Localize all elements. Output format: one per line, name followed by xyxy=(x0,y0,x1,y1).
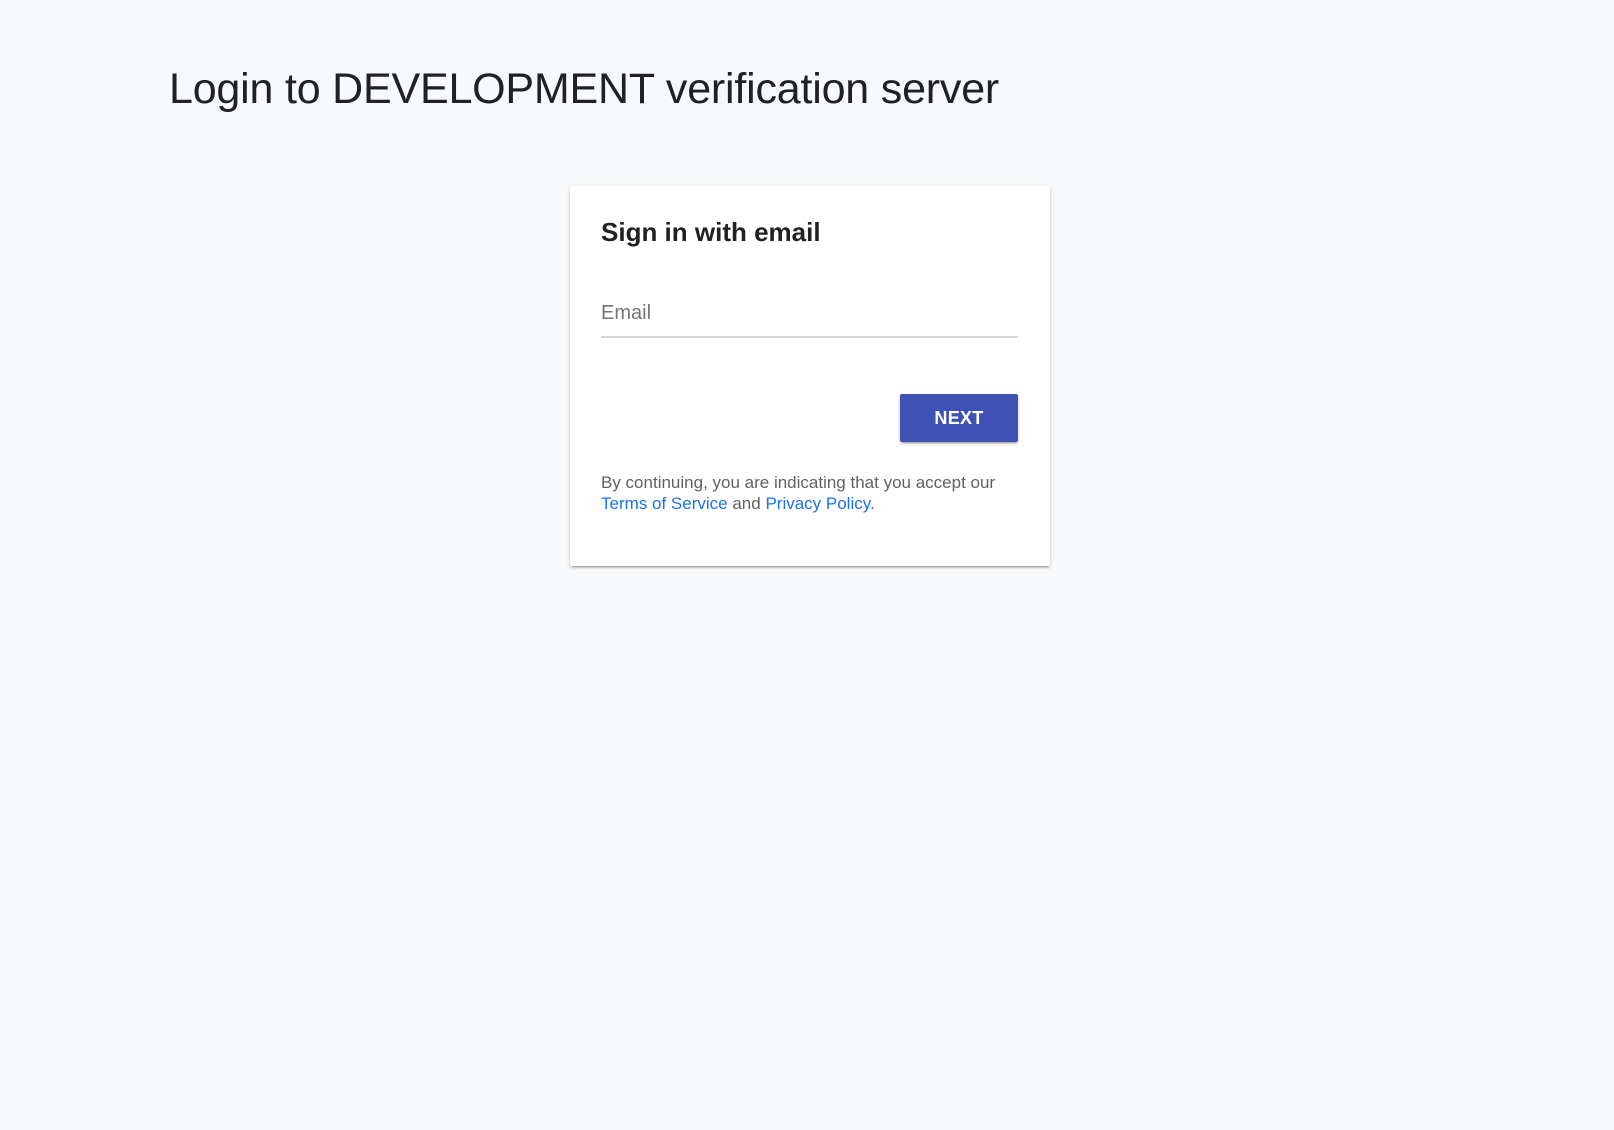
legal-suffix: . xyxy=(869,494,875,513)
terms-of-service-link[interactable]: Terms of Service xyxy=(601,494,728,513)
privacy-policy-link[interactable]: Privacy Policy xyxy=(765,494,870,513)
page-title: Login to DEVELOPMENT verification server xyxy=(169,65,1000,113)
sign-in-card: Sign in with email NEXT By continuing, y… xyxy=(570,186,1050,566)
legal-text: By continuing, you are indicating that y… xyxy=(601,472,1031,514)
legal-conjunction: and xyxy=(732,494,761,513)
next-button[interactable]: NEXT xyxy=(900,394,1018,442)
card-title: Sign in with email xyxy=(601,217,821,247)
email-field[interactable] xyxy=(601,296,1018,336)
legal-prefix: By continuing, you are indicating that y… xyxy=(601,473,996,492)
email-field-container xyxy=(601,296,1018,338)
